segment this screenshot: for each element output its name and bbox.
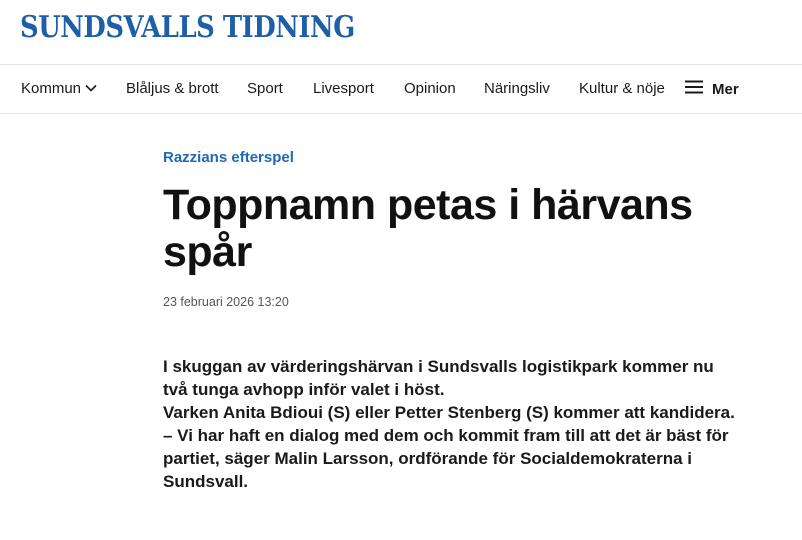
hamburger-menu-icon bbox=[685, 80, 703, 99]
nav-item-sport[interactable]: Sport bbox=[247, 65, 283, 113]
nav-item-label: Kommun bbox=[21, 80, 82, 97]
site-header: SUNDSVALLS TIDNING bbox=[0, 0, 802, 65]
article-dateline: 23 februari 2026 13:20 bbox=[163, 295, 289, 309]
headline-line-1: Toppnamn petas i härvans bbox=[163, 181, 693, 229]
nav-item-naringsliv[interactable]: Näringsliv bbox=[484, 65, 550, 113]
lead-paragraph: I skuggan av värderingshärvan i Sundsval… bbox=[163, 357, 714, 399]
nav-item-kommun[interactable]: Kommun bbox=[21, 65, 97, 113]
chevron-down-icon bbox=[85, 64, 97, 112]
main-nav: Kommun Blåljus & brott Sport Livesport O… bbox=[0, 65, 802, 114]
nav-item-livesport[interactable]: Livesport bbox=[313, 65, 374, 113]
nav-item-opinion[interactable]: Opinion bbox=[404, 65, 456, 113]
lead-paragraph: Varken Anita Bdioui (S) eller Petter Ste… bbox=[163, 403, 735, 422]
lead-paragraph: – Vi har haft en dialog med dem och komm… bbox=[163, 426, 729, 491]
nav-item-blaljus[interactable]: Blåljus & brott bbox=[126, 65, 219, 113]
nav-item-kultur[interactable]: Kultur & nöje bbox=[579, 65, 665, 113]
headline-line-2: spår bbox=[163, 228, 252, 276]
article-lead: I skuggan av värderingshärvan i Sundsval… bbox=[163, 355, 743, 493]
site-logo[interactable]: SUNDSVALLS TIDNING bbox=[20, 10, 355, 45]
article-headline: Toppnamn petas i härvans spår bbox=[163, 182, 723, 276]
article-kicker[interactable]: Razzians efterspel bbox=[163, 149, 294, 166]
more-menu-label: Mer bbox=[712, 80, 739, 98]
more-menu-button[interactable]: Mer bbox=[685, 65, 739, 113]
